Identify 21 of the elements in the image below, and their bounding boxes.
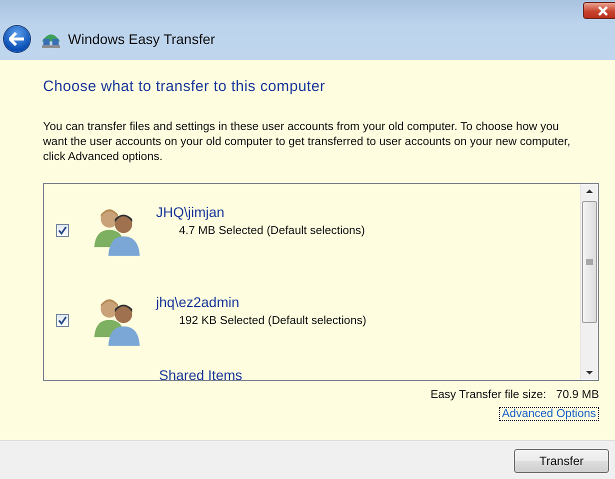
close-icon [597,6,609,16]
selection-summary: 192 KB Selected (Default selections) [179,315,366,327]
file-size-value: 70.9 MB [556,389,599,401]
scroll-thumb[interactable] [582,201,597,323]
grip-icon [586,259,593,265]
file-size-label: Easy Transfer file size: [430,389,546,401]
account-checkbox[interactable] [56,314,69,327]
scrollbar[interactable] [580,184,598,380]
selection-summary: 4.7 MB Selected (Default selections) [179,225,366,237]
account-checkbox[interactable] [56,224,69,237]
account-name[interactable]: jhq\ez2admin [156,294,366,310]
back-arrow-icon [9,32,25,46]
account-name[interactable]: JHQ\jimjan [156,204,366,220]
advanced-options-link[interactable]: Advanced Options [499,407,599,421]
description-text: You can transfer files and settings in these user accounts from your old computer. To choose how you want the user accounts on your old computer to get transferred to user accounts on your new computer, click Advanced options. [43,120,572,165]
page-heading: Choose what to transfer to this computer [43,78,326,95]
back-button[interactable] [4,26,30,52]
account-name[interactable]: Shared Items [159,367,580,380]
transfer-button[interactable]: Transfer [514,448,609,472]
close-button[interactable] [583,2,615,19]
window-title: Windows Easy Transfer [68,31,216,47]
